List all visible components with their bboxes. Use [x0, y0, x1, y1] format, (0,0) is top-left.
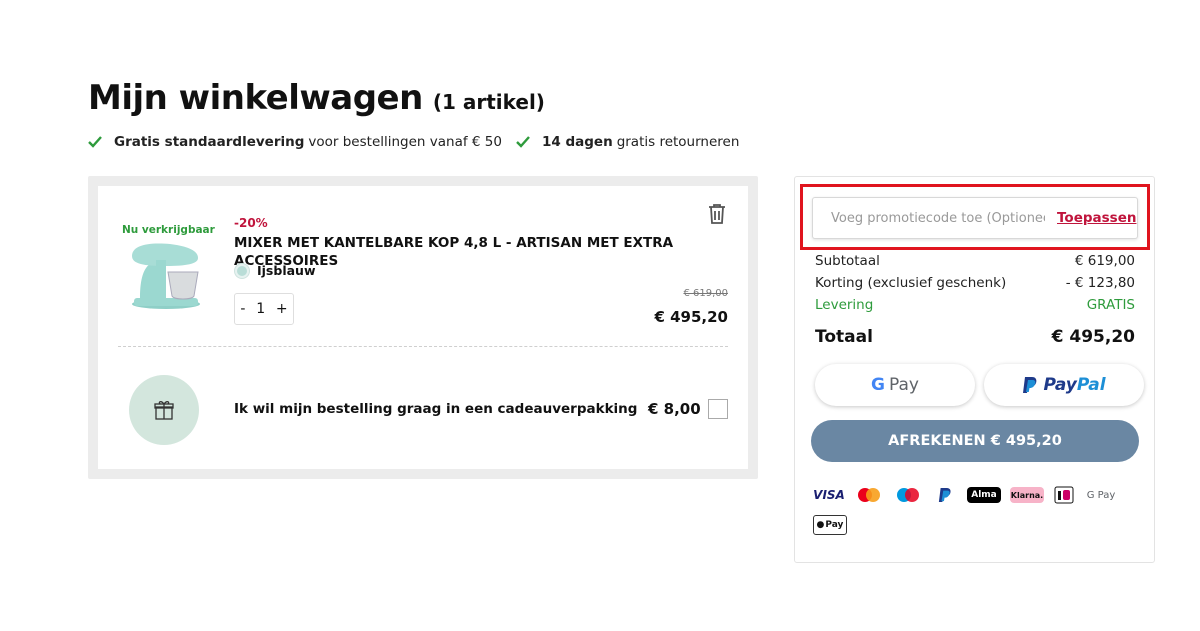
page-title-row: Mijn winkelwagen (1 artikel)	[88, 78, 545, 118]
item-count: (1 artikel)	[432, 90, 545, 114]
alma-icon: Alma	[967, 487, 1001, 503]
perk-free-delivery: Gratis standaardlevering voor bestelling…	[88, 134, 502, 150]
perks-bar: Gratis standaardlevering voor bestelling…	[88, 134, 753, 150]
maestro-icon	[893, 485, 923, 505]
item-price: € 495,20	[654, 308, 728, 326]
subtotal-row: Subtotaal € 619,00	[815, 253, 1135, 269]
order-summary: Toepassen Subtotaal € 619,00 Korting (ex…	[794, 176, 1155, 563]
total-value: € 495,20	[1051, 327, 1135, 347]
paypal-icon	[1023, 377, 1037, 393]
visa-icon: VISA	[813, 488, 845, 502]
total-row: Totaal € 495,20	[815, 327, 1135, 347]
paypal-label-2: Pal	[1076, 375, 1106, 395]
availability-label: Nu verkrijgbaar	[122, 224, 215, 236]
google-pay-button[interactable]: G Pay	[815, 364, 975, 406]
promo-code-box: Toepassen	[812, 197, 1138, 239]
perk-text: voor bestellingen vanaf € 50	[308, 134, 502, 150]
google-pay-label: Pay	[889, 375, 919, 395]
delivery-label: Levering	[815, 297, 874, 313]
apple-pay-icon: ● Pay	[813, 515, 847, 535]
color-label: Ijsblauw	[257, 263, 316, 278]
cart-items: Nu verkrijgbaar -20% MIXER MET KANTELBAR…	[98, 186, 748, 469]
subtotal-label: Subtotaal	[815, 253, 880, 269]
gift-wrap-label: Ik wil mijn bestelling graag in een cade…	[234, 401, 638, 417]
promo-code-input[interactable]	[831, 210, 1045, 226]
quantity-stepper: - 1 +	[234, 293, 294, 325]
checkout-button[interactable]: AFREKENEN € 495,20	[811, 420, 1139, 462]
gift-icon	[154, 401, 174, 420]
delivery-value: GRATIS	[1086, 297, 1135, 313]
product-color: Ijsblauw	[235, 263, 316, 278]
mastercard-icon	[854, 485, 884, 505]
color-swatch	[235, 263, 249, 278]
google-g-icon: G	[871, 375, 885, 395]
total-label: Totaal	[815, 327, 873, 347]
discount-label: Korting (exclusief geschenk)	[815, 275, 1007, 291]
subtotal-value: € 619,00	[1074, 253, 1135, 269]
perk-bold: Gratis standaardlevering	[114, 134, 305, 150]
payment-methods: VISA Alma Klarna. G Pay ● Pay	[813, 485, 1143, 535]
gift-icon-circle	[129, 375, 199, 445]
gift-wrap-price: € 8,00	[648, 400, 701, 418]
old-price: € 619,00	[683, 288, 728, 299]
gift-wrap-checkbox[interactable]	[708, 399, 728, 419]
delivery-row: Levering GRATIS	[815, 297, 1135, 313]
paypal-small-icon	[932, 485, 958, 505]
item-divider	[118, 346, 728, 347]
trash-icon[interactable]	[707, 203, 727, 225]
perk-bold: 14 dagen	[541, 134, 613, 150]
perk-free-returns: 14 dagen gratis retourneren	[516, 134, 739, 150]
google-pay-small-icon: G Pay	[1086, 489, 1116, 501]
discount-value: - € 123,80	[1065, 275, 1135, 291]
promo-apply-link[interactable]: Toepassen	[1057, 210, 1136, 226]
paypal-button[interactable]: Pay Pal	[984, 364, 1144, 406]
apple-pay-label: Pay	[825, 520, 844, 530]
page-title: Mijn winkelwagen	[88, 78, 423, 118]
discount-badge: -20%	[234, 216, 268, 230]
perk-text: gratis retourneren	[616, 134, 740, 150]
check-icon	[88, 136, 102, 148]
cart-panel: Nu verkrijgbaar -20% MIXER MET KANTELBAR…	[88, 176, 758, 479]
paypal-label-1: Pay	[1043, 375, 1077, 395]
qty-decrease-button[interactable]: -	[240, 301, 245, 317]
discount-row: Korting (exclusief geschenk) - € 123,80	[815, 275, 1135, 291]
klarna-icon: Klarna.	[1010, 487, 1044, 503]
apple-icon: ●	[816, 520, 825, 530]
qty-increase-button[interactable]: +	[276, 301, 288, 317]
check-icon	[516, 136, 530, 148]
qty-value: 1	[256, 301, 266, 317]
ideal-icon	[1053, 485, 1075, 505]
product-image[interactable]	[126, 238, 206, 310]
